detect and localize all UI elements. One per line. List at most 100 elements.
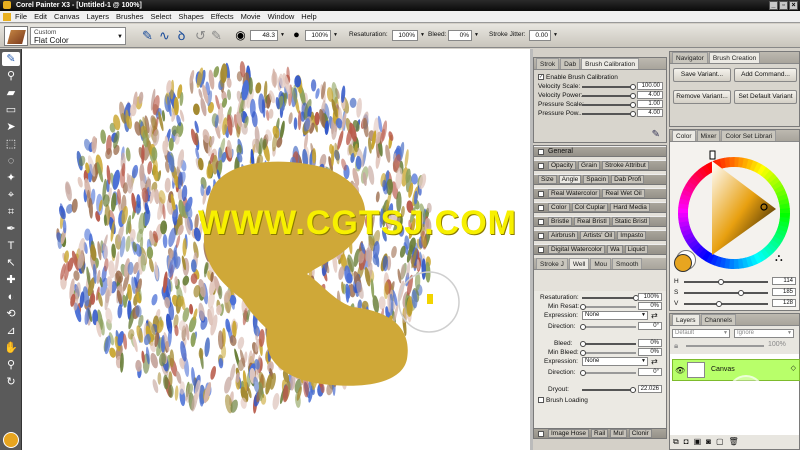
- tab-image-hose[interactable]: Image Hose: [548, 429, 590, 438]
- menu-brushes[interactable]: Brushes: [116, 11, 144, 22]
- opacity-field[interactable]: 100%: [305, 30, 331, 41]
- stroke-type-icon[interactable]: ✎: [140, 28, 155, 43]
- tab-static-bristle[interactable]: Static Bristl: [611, 217, 651, 226]
- minimize-button[interactable]: _: [769, 1, 778, 10]
- real-watercolor-toggle[interactable]: [538, 190, 544, 197]
- color-toggle[interactable]: [538, 204, 544, 211]
- stroke-jitter-dropdown-icon[interactable]: ▼: [553, 32, 558, 38]
- menu-window[interactable]: Window: [268, 11, 295, 22]
- saturation-knob[interactable]: [738, 289, 744, 296]
- hue-ring-handle[interactable]: [709, 150, 716, 160]
- dropper-tool-icon[interactable]: ⚲: [2, 69, 20, 83]
- document-icon[interactable]: [3, 13, 11, 21]
- tab-dab[interactable]: Dab: [560, 58, 581, 69]
- well-dryout-slider[interactable]: [582, 389, 636, 391]
- pressure-power-knob[interactable]: [630, 110, 636, 117]
- enable-calibration-row[interactable]: ✓ Enable Brush Calibration: [534, 73, 666, 82]
- set-default-variant-button[interactable]: Set Default Variant: [734, 90, 797, 104]
- composite-method-select[interactable]: Default ▼: [672, 329, 730, 338]
- tab-real-bristle[interactable]: Real Bristl: [574, 217, 610, 226]
- cloner-icon[interactable]: ✚: [2, 273, 20, 287]
- freehand-stroke-icon[interactable]: ∿: [157, 28, 172, 43]
- layer-mask-add-icon[interactable]: ◙: [706, 437, 711, 447]
- pressure-power-value[interactable]: 4.00: [637, 109, 663, 117]
- well-resaturation-slider[interactable]: [582, 297, 636, 299]
- menu-file[interactable]: File: [15, 11, 27, 22]
- velocity-power-knob[interactable]: [630, 92, 636, 99]
- bristle-toggle[interactable]: [538, 218, 544, 225]
- saturation-slider[interactable]: [684, 292, 768, 294]
- brush-loading-checkbox[interactable]: [538, 397, 544, 404]
- saturation-value[interactable]: 185: [772, 288, 796, 296]
- add-command-button[interactable]: Add Command...: [734, 68, 797, 82]
- dodge-icon[interactable]: ◐: [2, 290, 20, 304]
- tab-rail[interactable]: Rail: [591, 429, 609, 438]
- tab-color[interactable]: Color: [672, 130, 696, 141]
- tab-smoothing[interactable]: Smooth: [612, 258, 643, 269]
- tab-artists-oil[interactable]: Artists' Oil: [580, 231, 616, 240]
- well-expression2-select[interactable]: None ▼: [582, 357, 648, 366]
- save-variant-button[interactable]: Save Variant...: [673, 68, 731, 82]
- menu-edit[interactable]: Edit: [34, 11, 47, 22]
- image-hose-toggle[interactable]: [538, 430, 544, 437]
- stroke-jitter-field[interactable]: 0.00: [529, 30, 551, 41]
- tab-well[interactable]: Well: [568, 258, 590, 269]
- value-knob[interactable]: [716, 300, 722, 307]
- opacity-toggle[interactable]: [538, 162, 544, 169]
- velocity-power-slider[interactable]: [582, 95, 634, 97]
- tab-cloning[interactable]: Clonir: [628, 429, 652, 438]
- well-min-bleed-knob[interactable]: [580, 349, 586, 356]
- well-direction2-slider[interactable]: [582, 372, 636, 374]
- lasso-icon[interactable]: ◌: [2, 154, 20, 168]
- tab-impasto[interactable]: Impasto: [617, 231, 647, 240]
- layer-opacity-slider[interactable]: [686, 345, 764, 347]
- eye-icon[interactable]: 👁︎: [675, 366, 685, 375]
- reset-tool-icon[interactable]: ↺: [193, 28, 208, 43]
- resaturation-dropdown-icon[interactable]: ▼: [420, 32, 425, 38]
- composite-depth-select[interactable]: Ignore ▼: [734, 329, 794, 338]
- resaturation-field[interactable]: 100%: [392, 30, 418, 41]
- tab-brush-calibration[interactable]: Brush Calibration: [581, 58, 639, 69]
- well-dryout-value[interactable]: 22.026: [638, 385, 662, 393]
- straight-stroke-icon[interactable]: ꝺ: [174, 28, 189, 43]
- tab-brush-creation[interactable]: Brush Creation: [708, 52, 761, 63]
- tab-stroke[interactable]: Strok: [536, 58, 560, 69]
- pressure-scale-value[interactable]: 1.00: [637, 100, 663, 108]
- divine-proportion-icon[interactable]: ⟲: [2, 307, 20, 321]
- well-direction-knob[interactable]: [580, 323, 586, 330]
- tab-real-watercolor[interactable]: Real Watercolor: [548, 189, 601, 198]
- well-resaturation-value[interactable]: 100%: [638, 293, 662, 301]
- tab-opacity[interactable]: Opacity: [548, 161, 577, 170]
- well-bleed-value[interactable]: 0%: [638, 339, 662, 347]
- color-picker-icon[interactable]: ⛬: [775, 252, 783, 265]
- layer-stack-icon[interactable]: ⧉: [673, 437, 679, 447]
- tab-airbrush[interactable]: Airbrush: [548, 231, 579, 240]
- tab-mouse[interactable]: Mou: [590, 258, 612, 269]
- well-min-bleed-value[interactable]: 0%: [638, 348, 662, 356]
- tab-color-set-libraries[interactable]: Color Set Librari: [721, 130, 777, 141]
- well-direction2-knob[interactable]: [580, 369, 586, 376]
- grabber-icon[interactable]: ✋: [2, 341, 20, 355]
- section-general[interactable]: General: [534, 146, 666, 157]
- tab-color-var[interactable]: Color: [548, 203, 570, 212]
- size-dropdown-icon[interactable]: ▼: [280, 32, 285, 38]
- general-toggle[interactable]: [538, 148, 544, 155]
- tab-bristle[interactable]: Bristle: [548, 217, 573, 226]
- invert-expression2-icon[interactable]: ⇄: [651, 357, 658, 366]
- tab-grain[interactable]: Grain: [578, 161, 600, 170]
- value-value[interactable]: 128: [772, 299, 796, 307]
- lock-icon[interactable]: 🔒︎: [674, 341, 678, 351]
- value-slider[interactable]: [684, 303, 768, 305]
- bleed-field[interactable]: 0%: [448, 30, 472, 41]
- pressure-scale-knob[interactable]: [630, 101, 636, 108]
- menu-effects[interactable]: Effects: [211, 11, 234, 22]
- brush-variant-selector[interactable]: Custom Flat Color ▼: [30, 27, 126, 45]
- well-dryout-knob[interactable]: [630, 386, 636, 393]
- invert-expression-icon[interactable]: ⇄: [651, 311, 658, 320]
- magnifier-icon[interactable]: ⚲: [2, 358, 20, 372]
- tab-stroke-jitter[interactable]: Stroke J: [536, 258, 568, 269]
- layer-opacity-value[interactable]: 100%: [768, 341, 792, 348]
- trash-icon[interactable]: 🗑︎: [729, 437, 739, 447]
- main-color-swatch[interactable]: [3, 432, 19, 448]
- hue-value[interactable]: 114: [772, 277, 796, 285]
